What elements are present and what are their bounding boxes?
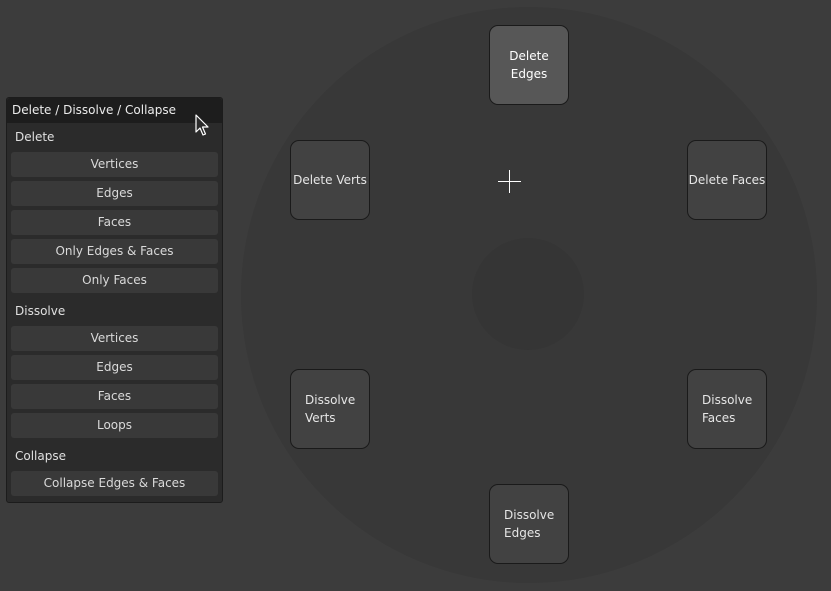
pie-menu-center bbox=[472, 238, 584, 350]
menu-item-dissolve-faces[interactable]: Faces bbox=[11, 384, 218, 409]
menu-item-collapse-edges-faces[interactable]: Collapse Edges & Faces bbox=[11, 471, 218, 496]
pie-button-dissolve-verts[interactable]: Dissolve Verts bbox=[290, 369, 370, 449]
menu-section-collapse: Collapse bbox=[15, 449, 66, 463]
menu-item-delete-vertices[interactable]: Vertices bbox=[11, 152, 218, 177]
menu-item-delete-only-faces[interactable]: Only Faces bbox=[11, 268, 218, 293]
menu-title: Delete / Dissolve / Collapse bbox=[7, 98, 222, 123]
pie-button-label: Dissolve Verts bbox=[305, 393, 356, 425]
menu-item-delete-edges[interactable]: Edges bbox=[11, 181, 218, 206]
menu-item-dissolve-vertices[interactable]: Vertices bbox=[11, 326, 218, 351]
menu-section-dissolve: Dissolve bbox=[15, 304, 66, 318]
mouse-pointer-icon bbox=[195, 114, 209, 136]
pie-button-dissolve-edges[interactable]: Dissolve Edges bbox=[489, 484, 569, 564]
menu-item-dissolve-loops[interactable]: Loops bbox=[11, 413, 218, 438]
pie-button-label: Dissolve Faces bbox=[702, 393, 753, 425]
delete-dissolve-collapse-menu: Delete / Dissolve / Collapse Delete Vert… bbox=[6, 97, 223, 503]
menu-item-delete-only-edges-faces[interactable]: Only Edges & Faces bbox=[11, 239, 218, 264]
menu-item-delete-faces[interactable]: Faces bbox=[11, 210, 218, 235]
menu-section-delete: Delete bbox=[15, 130, 55, 144]
viewport[interactable]: Delete Edges Delete Verts Delete Faces D… bbox=[0, 0, 831, 591]
pie-button-label: Delete Edges bbox=[509, 49, 549, 81]
pie-button-delete-faces[interactable]: Delete Faces bbox=[687, 140, 767, 220]
pie-button-label: Delete Faces bbox=[688, 173, 766, 187]
pie-button-label: Delete Verts bbox=[293, 173, 367, 187]
menu-item-dissolve-edges[interactable]: Edges bbox=[11, 355, 218, 380]
crosshair-icon bbox=[498, 170, 521, 193]
pie-button-dissolve-faces[interactable]: Dissolve Faces bbox=[687, 369, 767, 449]
pie-button-delete-edges[interactable]: Delete Edges bbox=[489, 25, 569, 105]
pie-button-delete-verts[interactable]: Delete Verts bbox=[290, 140, 370, 220]
pie-button-label: Dissolve Edges bbox=[504, 508, 555, 540]
